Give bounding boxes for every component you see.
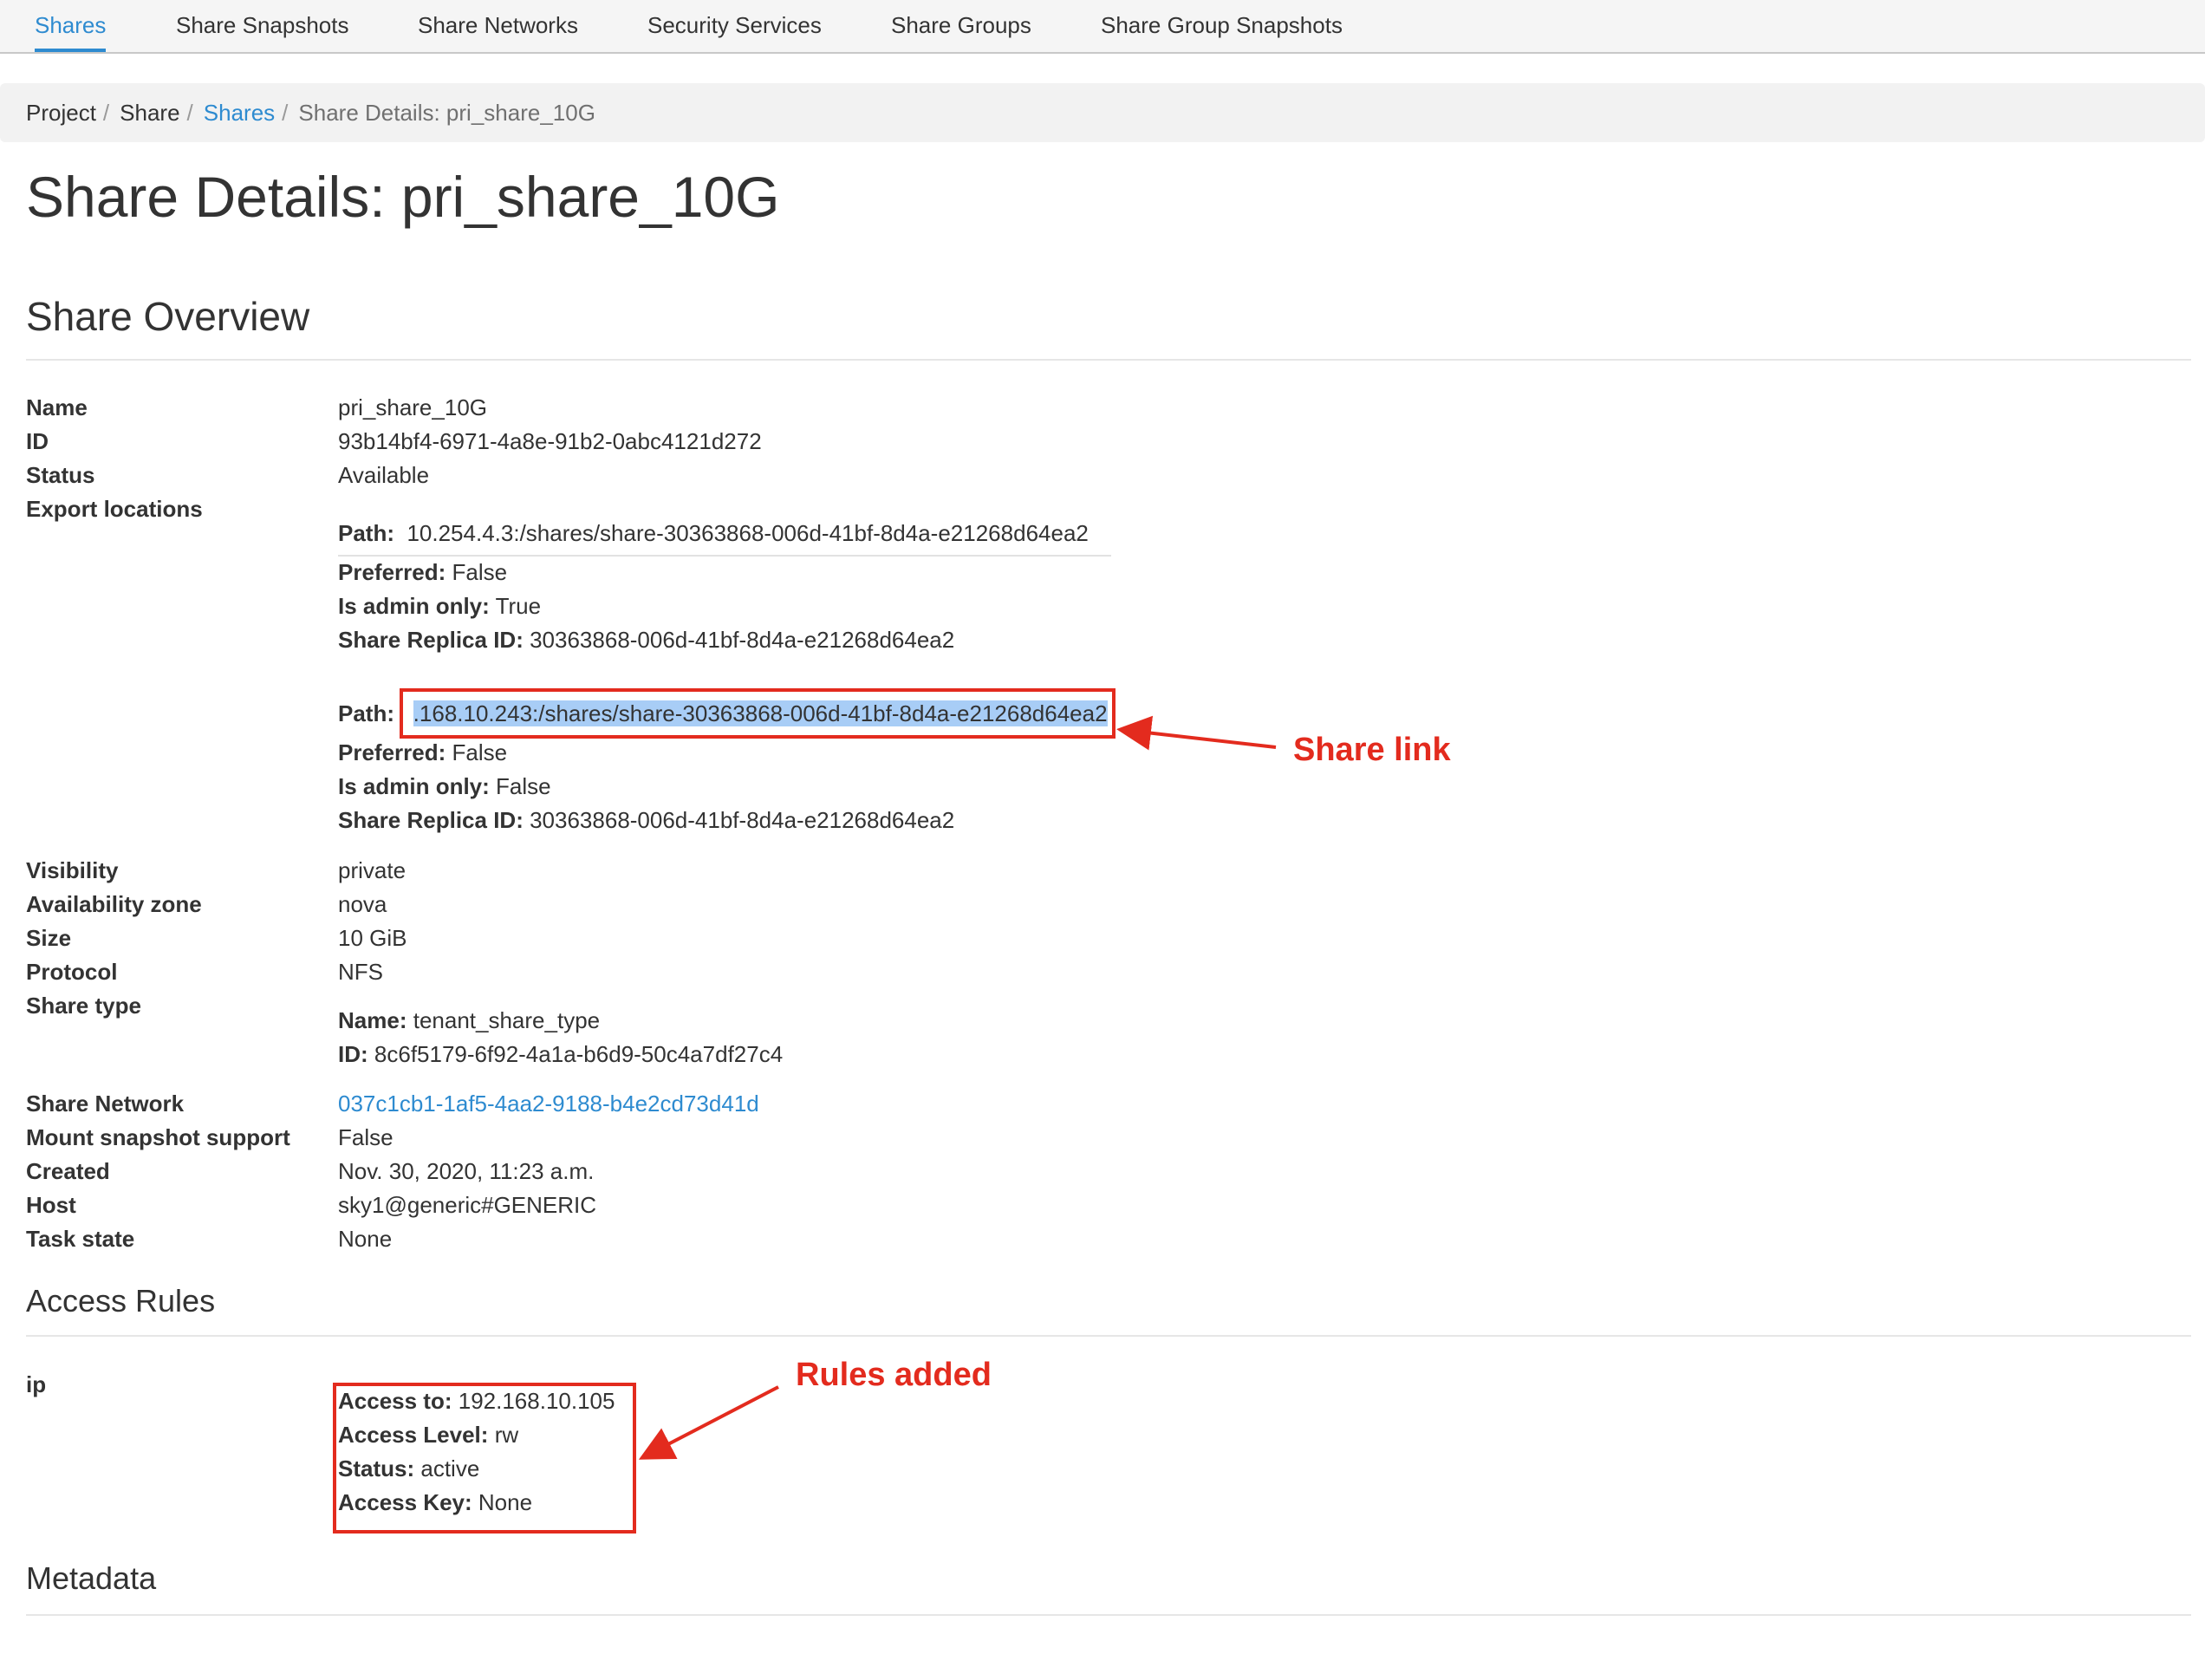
rules-added-arrow (638, 1385, 779, 1460)
annotation-arrows (638, 715, 1277, 1460)
share-link-arrow (1116, 715, 1277, 751)
